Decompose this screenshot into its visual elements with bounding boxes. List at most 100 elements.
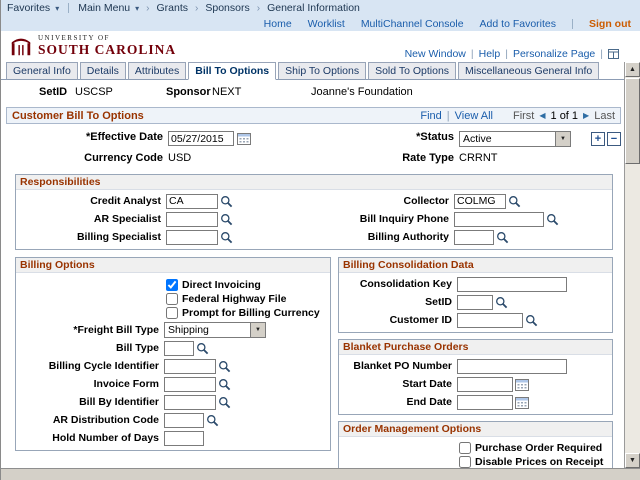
- delete-row-button[interactable]: −: [607, 132, 621, 146]
- multichannel-console-link[interactable]: MultiChannel Console: [361, 18, 464, 30]
- consolidation-setid-lookup-icon[interactable]: [495, 296, 508, 309]
- new-window-link[interactable]: New Window: [405, 48, 466, 60]
- billing-specialist-lookup-icon[interactable]: [220, 231, 233, 244]
- currency-code-label: Currency Code: [1, 152, 163, 164]
- customer-id-lookup-icon[interactable]: [525, 314, 538, 327]
- ar-distribution-code-input[interactable]: [164, 413, 204, 428]
- purchase-order-required-label: Purchase Order Required: [475, 442, 602, 454]
- tab-details[interactable]: Details: [80, 62, 126, 80]
- first-label[interactable]: First: [513, 110, 534, 122]
- freight-bill-type-select[interactable]: Shipping ▼: [164, 322, 266, 338]
- disable-prices-checkbox[interactable]: [459, 456, 471, 468]
- tab-bill-to-options[interactable]: Bill To Options: [188, 62, 276, 80]
- blanket-po-number-input[interactable]: [457, 359, 567, 374]
- utility-nav: Home Worklist MultiChannel Console Add t…: [1, 16, 640, 31]
- main-menu[interactable]: Main Menu: [78, 2, 130, 14]
- end-date-calendar-icon[interactable]: [515, 396, 529, 409]
- breadcrumb-grants[interactable]: Grants: [157, 2, 189, 14]
- breadcrumb-general-information[interactable]: General Information: [267, 2, 360, 14]
- favorites-menu[interactable]: Favorites: [7, 2, 50, 14]
- add-row-button[interactable]: +: [591, 132, 605, 146]
- start-date-calendar-icon[interactable]: [515, 378, 529, 391]
- scrollbar-thumb[interactable]: [625, 78, 640, 164]
- effective-date-calendar-icon[interactable]: [237, 132, 251, 145]
- collector-input[interactable]: [454, 194, 506, 209]
- ar-specialist-input[interactable]: [166, 212, 218, 227]
- setid-label: SetID: [39, 86, 67, 98]
- collector-row: Collector: [314, 192, 612, 210]
- status-select[interactable]: Active ▼: [459, 131, 571, 147]
- billing-cycle-identifier-input[interactable]: [164, 359, 216, 374]
- bill-type-input[interactable]: [164, 341, 194, 356]
- collector-lookup-icon[interactable]: [508, 195, 521, 208]
- effective-date-input[interactable]: [168, 131, 234, 146]
- sponsor-value: NEXT: [212, 86, 241, 98]
- breadcrumb-sponsors[interactable]: Sponsors: [205, 2, 249, 14]
- last-label[interactable]: Last: [594, 110, 615, 122]
- tab-miscellaneous-general-info[interactable]: Miscellaneous General Info: [458, 62, 599, 80]
- chevron-right-icon: ›: [257, 3, 260, 14]
- scroll-up-icon[interactable]: ▲: [625, 62, 640, 77]
- billing-specialist-label: Billing Specialist: [16, 231, 166, 243]
- next-row-icon[interactable]: ▶: [583, 111, 589, 120]
- bill-inquiry-phone-input[interactable]: [454, 212, 544, 227]
- tab-ship-to-options[interactable]: Ship To Options: [278, 62, 366, 80]
- sign-out-link[interactable]: Sign out: [589, 18, 631, 30]
- direct-invoicing-checkbox[interactable]: [166, 279, 178, 291]
- prompt-billing-currency-checkbox[interactable]: [166, 307, 178, 319]
- personalize-layout-icon[interactable]: [608, 49, 619, 59]
- invoice-form-row: Invoice Form: [16, 375, 330, 393]
- billing-authority-input[interactable]: [454, 230, 494, 245]
- billing-specialist-row: Billing Specialist: [16, 228, 314, 246]
- add-to-favorites-link[interactable]: Add to Favorites: [480, 18, 556, 30]
- customer-id-input[interactable]: [457, 313, 523, 328]
- credit-analyst-lookup-icon[interactable]: [220, 195, 233, 208]
- find-link[interactable]: Find: [420, 110, 441, 122]
- bill-by-identifier-input[interactable]: [164, 395, 216, 410]
- federal-highway-row: Federal Highway File: [166, 292, 330, 306]
- scroll-down-icon[interactable]: ▼: [625, 453, 640, 468]
- end-date-input[interactable]: [457, 395, 513, 410]
- home-link[interactable]: Home: [264, 18, 292, 30]
- personalize-page-link[interactable]: Personalize Page: [513, 48, 595, 60]
- ar-specialist-lookup-icon[interactable]: [220, 213, 233, 226]
- start-date-input[interactable]: [457, 377, 513, 392]
- view-all-link[interactable]: View All: [455, 110, 493, 122]
- credit-analyst-input[interactable]: [166, 194, 218, 209]
- status-bar: [1, 468, 640, 480]
- page-link-divider: |: [600, 48, 603, 60]
- billing-options-title: Billing Options: [16, 258, 330, 273]
- consolidation-key-label: Consolidation Key: [339, 278, 457, 290]
- consolidation-setid-input[interactable]: [457, 295, 493, 310]
- billing-cycle-lookup-icon[interactable]: [218, 360, 231, 373]
- collector-label: Collector: [314, 195, 454, 207]
- worklist-link[interactable]: Worklist: [308, 18, 345, 30]
- bill-by-lookup-icon[interactable]: [218, 396, 231, 409]
- breadcrumb: Favorites ▾ Main Menu ▾ › Grants › Spons…: [1, 0, 640, 16]
- invoice-form-lookup-icon[interactable]: [218, 378, 231, 391]
- record-key-row: SetID USCSP Sponsor NEXT Joanne's Founda…: [1, 86, 625, 99]
- consolidation-key-input[interactable]: [457, 277, 567, 292]
- tab-sold-to-options[interactable]: Sold To Options: [368, 62, 456, 80]
- breadcrumb-divider: [68, 3, 69, 13]
- help-link[interactable]: Help: [479, 48, 501, 60]
- bill-type-lookup-icon[interactable]: [196, 342, 209, 355]
- billing-authority-lookup-icon[interactable]: [496, 231, 509, 244]
- page-link-divider: |: [505, 48, 508, 60]
- ar-distribution-lookup-icon[interactable]: [206, 414, 219, 427]
- tab-general-info[interactable]: General Info: [6, 62, 78, 80]
- billing-specialist-input[interactable]: [166, 230, 218, 245]
- federal-highway-file-checkbox[interactable]: [166, 293, 178, 305]
- vertical-scrollbar[interactable]: ▲ ▼: [624, 62, 640, 468]
- consolidation-setid-label: SetID: [339, 296, 457, 308]
- invoice-form-input[interactable]: [164, 377, 216, 392]
- previous-row-icon[interactable]: ◀: [539, 111, 545, 120]
- prompt-billing-currency-row: Prompt for Billing Currency: [166, 306, 330, 320]
- hold-number-of-days-input[interactable]: [164, 431, 204, 446]
- customer-id-row: Customer ID: [339, 311, 612, 329]
- bill-inquiry-phone-lookup-icon[interactable]: [546, 213, 559, 226]
- scroll-area-header: Customer Bill To Options Find | View All…: [6, 107, 621, 124]
- peoplesoft-window: Favorites ▾ Main Menu ▾ › Grants › Spons…: [0, 0, 640, 480]
- tab-attributes[interactable]: Attributes: [128, 62, 186, 80]
- purchase-order-required-checkbox[interactable]: [459, 442, 471, 454]
